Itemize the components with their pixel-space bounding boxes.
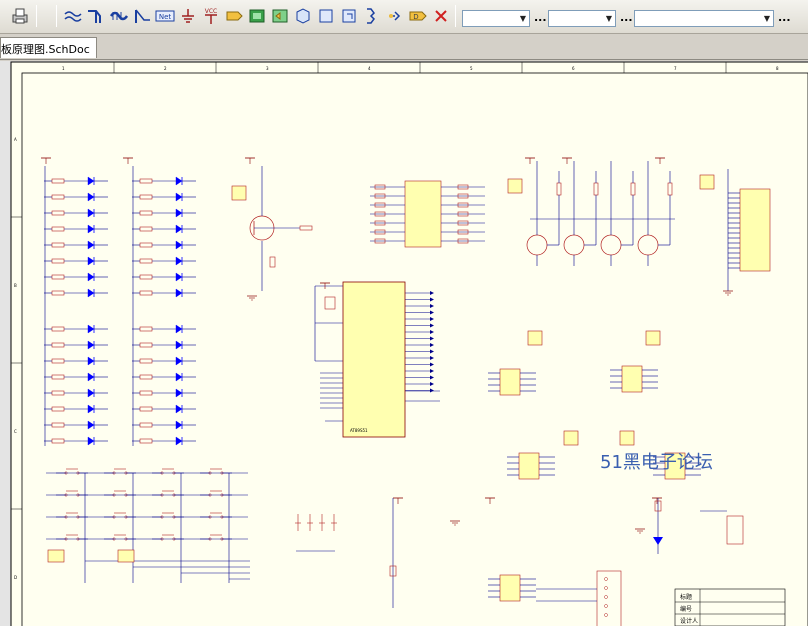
vcc-power-port-icon[interactable]: VCC bbox=[201, 6, 221, 26]
sheet-symbol-icon[interactable] bbox=[247, 6, 267, 26]
zone-row-label: D bbox=[14, 575, 17, 580]
signal-harness-icon[interactable] bbox=[109, 6, 129, 26]
directive-icon[interactable]: D bbox=[408, 6, 428, 26]
sensor-module bbox=[47, 549, 65, 563]
toolbar-separator bbox=[455, 5, 456, 27]
svg-text:Net: Net bbox=[159, 13, 172, 21]
zone-row-label: B bbox=[14, 283, 17, 288]
title-block-number: 编号 bbox=[680, 605, 692, 613]
small-module bbox=[563, 430, 579, 446]
place-part-icon[interactable] bbox=[224, 6, 244, 26]
no-erc-icon[interactable] bbox=[431, 6, 451, 26]
print-icon[interactable] bbox=[10, 6, 30, 26]
off-sheet-connector-icon[interactable] bbox=[385, 6, 405, 26]
sheet-background bbox=[11, 62, 808, 626]
bus-entry-icon[interactable] bbox=[132, 6, 152, 26]
chevron-down-icon: ▼ bbox=[519, 14, 526, 23]
filter-combo-1[interactable]: ▼ bbox=[462, 10, 530, 27]
schematic-sheet[interactable]: 12345678 ABCD AT89S51 51黑电子论坛 标题 编号 设计人 bbox=[0, 61, 808, 626]
harness-entry-icon[interactable] bbox=[339, 6, 359, 26]
svg-text:D: D bbox=[413, 13, 418, 21]
seven-segment-chip bbox=[404, 180, 442, 248]
toolbar-separator bbox=[56, 5, 57, 27]
schematic-toolbar: Net VCC D ▼ ... ▼ ... ▼ ... bbox=[0, 0, 808, 34]
watermark-text: 51黑电子论坛 bbox=[600, 452, 713, 473]
combo-1-more-button[interactable]: ... bbox=[534, 11, 547, 24]
document-tab-bar: 板原理图.SchDoc bbox=[0, 34, 808, 60]
chevron-down-icon: ▼ bbox=[763, 14, 770, 23]
sheet-entry-icon[interactable] bbox=[270, 6, 290, 26]
zone-row-label: A bbox=[14, 137, 17, 142]
ic-chip bbox=[621, 365, 643, 393]
svg-text:VCC: VCC bbox=[205, 8, 217, 15]
sensor-module bbox=[117, 549, 135, 563]
combo-3-more-button[interactable]: ... bbox=[778, 11, 791, 24]
bus-icon[interactable] bbox=[86, 6, 106, 26]
ic-chip bbox=[499, 368, 521, 396]
port-icon[interactable] bbox=[362, 6, 382, 26]
small-module bbox=[699, 174, 715, 190]
connector-header bbox=[739, 188, 771, 272]
small-module bbox=[507, 178, 523, 194]
mcu-chip[interactable] bbox=[342, 281, 406, 438]
combo-2-more-button[interactable]: ... bbox=[620, 11, 633, 24]
small-module bbox=[619, 430, 635, 446]
title-block-title: 标题 bbox=[680, 593, 692, 601]
filter-combo-3[interactable]: ▼ bbox=[634, 10, 774, 27]
ic-chip bbox=[499, 574, 521, 602]
chevron-down-icon: ▼ bbox=[605, 14, 612, 23]
tab-label: 板原理图.SchDoc bbox=[1, 43, 90, 56]
small-module bbox=[527, 330, 543, 346]
filter-combo-2[interactable]: ▼ bbox=[548, 10, 616, 27]
ground-power-port-icon[interactable] bbox=[178, 6, 198, 26]
net-label-icon[interactable]: Net bbox=[155, 6, 175, 26]
ic-chip bbox=[518, 452, 540, 480]
zone-row-label: C bbox=[14, 429, 17, 434]
wire-icon[interactable] bbox=[63, 6, 83, 26]
device-sheet-icon[interactable] bbox=[293, 6, 313, 26]
title-block-designer: 设计人 bbox=[680, 617, 698, 625]
toolbar-separator bbox=[36, 5, 37, 27]
harness-connector-icon[interactable] bbox=[316, 6, 336, 26]
mcu-label: AT89S51 bbox=[350, 428, 368, 433]
small-module bbox=[231, 185, 247, 201]
schematic-canvas[interactable]: 12345678 ABCD AT89S51 51黑电子论坛 标题 编号 设计人 bbox=[0, 61, 808, 626]
tab-schematic-document[interactable]: 板原理图.SchDoc bbox=[0, 37, 97, 58]
small-module bbox=[645, 330, 661, 346]
